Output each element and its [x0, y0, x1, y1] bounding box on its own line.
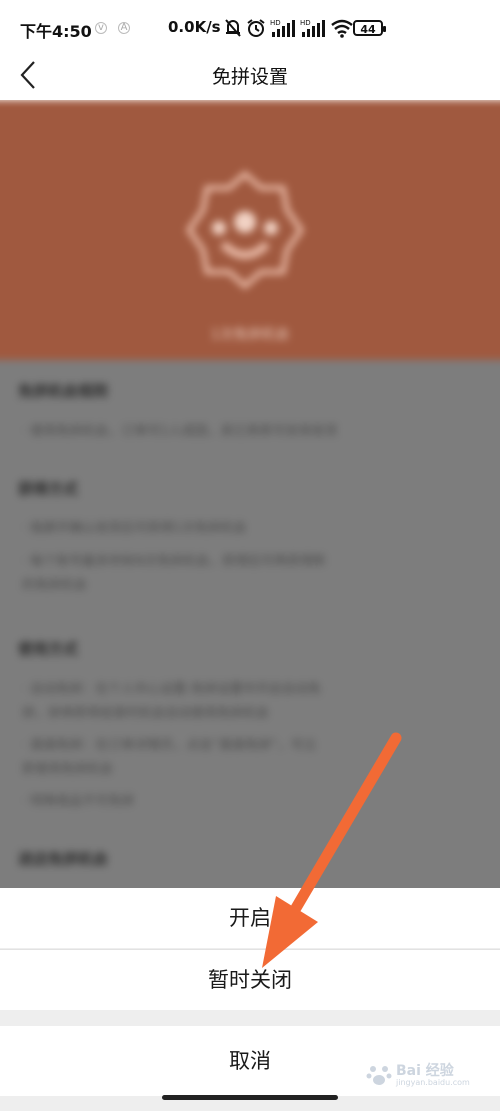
- rule-line: · 自动免拼：在个人中心设置-免拼设置中开启自动免: [22, 682, 321, 697]
- paw-icon: [366, 1066, 392, 1085]
- banner: 1次免拼机会: [0, 100, 500, 360]
- status-time: 下午4:50: [20, 22, 92, 41]
- rules-heading: 进店免拼机会: [18, 850, 109, 868]
- rules-area: 免拼机会规则 · 使用免拼机会，订单可1人成团，其它商家可安排发货 获得方式 ·…: [0, 360, 500, 890]
- rule-line: · 每个账号最多持有N次免拼机会，获得后可再获得新: [22, 554, 326, 569]
- hd-signal-icon: HD: [270, 19, 295, 37]
- svg-text:HD: HD: [300, 19, 311, 27]
- rule-line: · 拖屏开确认收货后可获得1次免拼机会: [22, 521, 247, 536]
- rules-heading: 免拼机会规则: [18, 382, 109, 400]
- alarm-icon: [247, 19, 265, 37]
- rule-line: 拼，拼单即将结束时机会自动使用免拼机会: [22, 706, 270, 721]
- rules-heading: 使用方式: [18, 640, 79, 658]
- rules-heading: 获得方式: [18, 480, 79, 498]
- status-bar: 下午4:50 v A 0.0K/s HD HD 44: [0, 0, 500, 60]
- rule-line: · 特殊商品不可免拼: [22, 794, 135, 809]
- blurred-page-content: 1次免拼机会 免拼机会规则 · 使用免拼机会，订单可1人成团，其它商家可安排发货…: [0, 100, 500, 890]
- home-indicator[interactable]: [162, 1095, 338, 1100]
- watermark-logo: Bai 经验 jingyan.baidu.com: [366, 1056, 496, 1096]
- wifi-icon: [331, 19, 353, 38]
- banner-caption: 1次免拼机会: [210, 327, 290, 343]
- svg-text:HD: HD: [270, 19, 281, 27]
- enable-option[interactable]: 开启: [0, 888, 500, 948]
- rule-line: · 直接免拼：在订单详情页，点击“直接免拼”，可立: [22, 738, 317, 753]
- status-icons: HD HD: [224, 16, 354, 40]
- v-badge-icon: v: [95, 22, 107, 34]
- watermark-sub: jingyan.baidu.com: [396, 1078, 470, 1087]
- nav-header: 免拼设置: [0, 52, 500, 100]
- page-title: 免拼设置: [211, 66, 288, 88]
- rule-line: 即使用免拼机会: [22, 762, 114, 777]
- battery-icon: 44: [353, 20, 386, 36]
- free-group-badge-icon: [185, 170, 305, 290]
- a-badge-icon: A: [118, 22, 130, 34]
- network-speed: 0.0K/s: [168, 18, 221, 36]
- hd-signal-icon: HD: [300, 19, 325, 37]
- rule-line: · 使用免拼机会，订单可1人成团，其它商家可安排发货: [22, 424, 338, 439]
- mute-bell-icon: [225, 19, 241, 37]
- temporarily-close-option[interactable]: 暂时关闭: [0, 950, 500, 1010]
- watermark-text: Bai 经验: [396, 1063, 454, 1079]
- rule-line: 的免拼机会: [22, 578, 88, 593]
